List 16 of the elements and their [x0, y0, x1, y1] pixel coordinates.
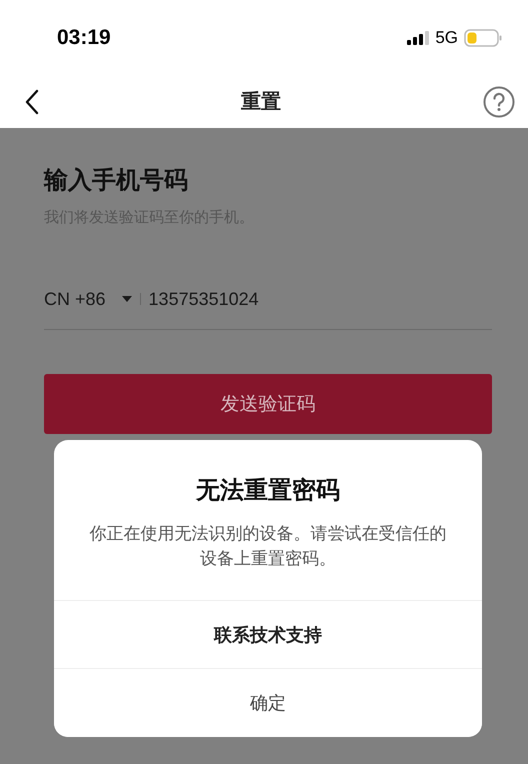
page-title: 重置 — [241, 88, 281, 115]
network-label: 5G — [435, 28, 458, 48]
phone-field[interactable]: CN +86 13575351024 — [44, 283, 492, 330]
dialog-message: 你正在使用无法识别的设备。请尝试在受信任的设备上重置密码。 — [88, 523, 448, 571]
form-heading: 输入手机号码 — [44, 165, 189, 196]
back-icon[interactable] — [25, 88, 39, 114]
phone-number: 13575351024 — [148, 288, 259, 310]
signal-icon — [407, 30, 430, 44]
caret-icon[interactable] — [122, 296, 132, 302]
dialog-title: 无法重置密码 — [194, 475, 341, 506]
country-code[interactable]: CN +86 — [44, 288, 106, 310]
status-time: 03:19 — [57, 26, 111, 50]
battery-icon — [464, 28, 502, 46]
confirm-button[interactable]: 确定 — [54, 668, 482, 737]
send-code-button[interactable]: 发送验证码 — [44, 374, 492, 434]
help-icon[interactable] — [483, 86, 515, 118]
